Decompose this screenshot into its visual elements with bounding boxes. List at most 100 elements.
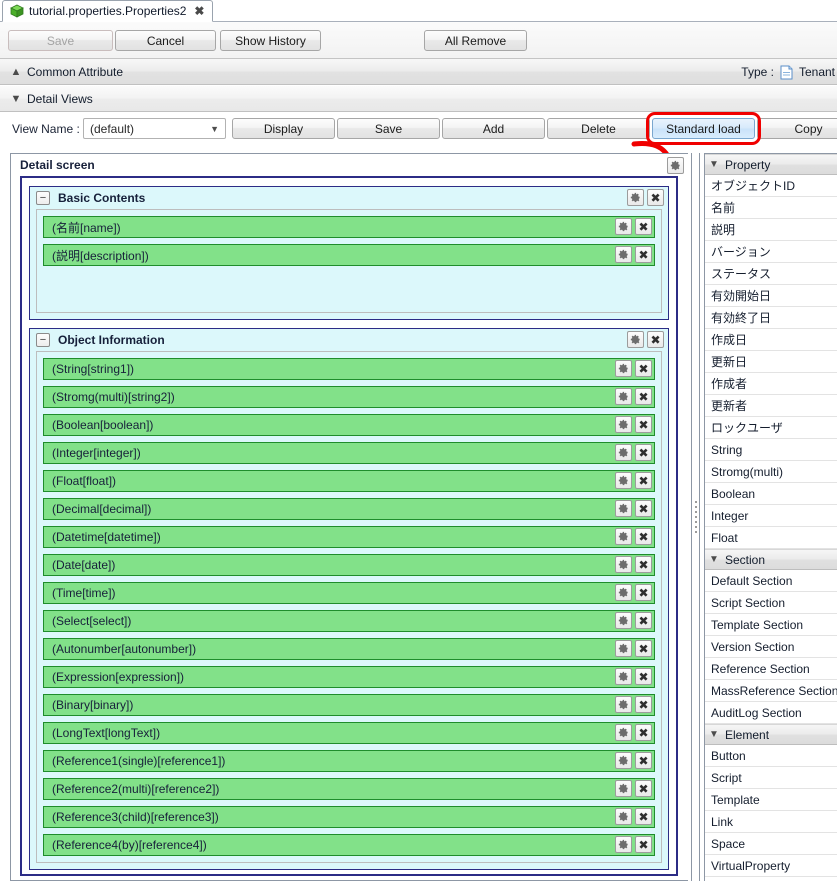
gear-icon[interactable] — [627, 189, 644, 206]
save-button[interactable]: Save — [8, 30, 113, 51]
close-icon[interactable]: ✖ — [635, 218, 652, 235]
field-row[interactable]: (Decimal[decimal]) ✖ — [43, 498, 655, 520]
palette-item[interactable]: Version Section — [705, 636, 837, 658]
gear-icon[interactable] — [615, 808, 632, 825]
field-row[interactable]: (Reference3(child)[reference3]) ✖ — [43, 806, 655, 828]
close-icon[interactable]: ✖ — [647, 189, 664, 206]
close-icon[interactable]: ✖ — [635, 780, 652, 797]
palette-item[interactable]: 作成日 — [705, 329, 837, 351]
palette-item[interactable]: Template — [705, 789, 837, 811]
common-attribute-header[interactable]: ▲ Common Attribute Type : Tenant — [0, 59, 837, 85]
gear-icon[interactable] — [615, 556, 632, 573]
gear-icon[interactable] — [615, 780, 632, 797]
field-row[interactable]: (Datetime[datetime]) ✖ — [43, 526, 655, 548]
field-row[interactable]: (Float[float]) ✖ — [43, 470, 655, 492]
close-icon[interactable]: ✖ — [635, 556, 652, 573]
all-remove-button[interactable]: All Remove — [424, 30, 527, 51]
palette-group-header-property[interactable]: ▼ Property — [705, 154, 837, 175]
close-icon[interactable]: ✖ — [635, 246, 652, 263]
palette-item[interactable]: Template Section — [705, 614, 837, 636]
palette-item[interactable]: VirtualProperty — [705, 855, 837, 877]
palette-item[interactable]: 作成者 — [705, 373, 837, 395]
close-icon[interactable]: ✖ — [635, 444, 652, 461]
copy-button[interactable]: Copy — [757, 118, 837, 139]
gear-icon[interactable] — [615, 584, 632, 601]
close-icon[interactable]: ✖ — [635, 808, 652, 825]
view-name-select[interactable]: (default) ▼ — [83, 118, 226, 139]
palette-item[interactable]: オブジェクトID — [705, 175, 837, 197]
palette-item[interactable]: Link — [705, 811, 837, 833]
field-row[interactable]: (Date[date]) ✖ — [43, 554, 655, 576]
palette-item[interactable]: 有効開始日 — [705, 285, 837, 307]
palette-item[interactable]: Script Section — [705, 592, 837, 614]
palette-item[interactable]: Button — [705, 745, 837, 767]
close-icon[interactable]: ✖ — [647, 331, 664, 348]
palette-item[interactable]: ステータス — [705, 263, 837, 285]
gear-icon[interactable] — [615, 416, 632, 433]
palette-item[interactable]: 説明 — [705, 219, 837, 241]
palette-item[interactable]: Space — [705, 833, 837, 855]
palette-item[interactable]: Script — [705, 767, 837, 789]
gear-icon[interactable] — [615, 724, 632, 741]
view-save-button[interactable]: Save — [337, 118, 440, 139]
close-icon[interactable]: ✖ — [635, 528, 652, 545]
splitter-grip[interactable] — [694, 501, 698, 535]
close-icon[interactable]: ✖ — [635, 388, 652, 405]
gear-icon[interactable] — [615, 696, 632, 713]
palette-item[interactable]: AuditLog Section — [705, 702, 837, 724]
gear-icon[interactable] — [615, 388, 632, 405]
close-icon[interactable]: ✖ — [635, 640, 652, 657]
palette-item[interactable]: Stromg(multi) — [705, 461, 837, 483]
collapse-icon[interactable]: − — [36, 191, 50, 205]
close-icon[interactable]: ✖ — [635, 724, 652, 741]
field-row[interactable]: (Expression[expression]) ✖ — [43, 666, 655, 688]
field-row[interactable]: (Stromg(multi)[string2]) ✖ — [43, 386, 655, 408]
close-icon[interactable]: ✖ — [635, 696, 652, 713]
gear-icon[interactable] — [615, 836, 632, 853]
detail-views-header[interactable]: ▼ Detail Views — [0, 86, 837, 112]
close-icon[interactable]: ✖ — [635, 668, 652, 685]
pane-splitter[interactable] — [688, 153, 704, 881]
palette-item[interactable]: Float — [705, 527, 837, 549]
gear-icon[interactable] — [615, 444, 632, 461]
field-row[interactable]: (Boolean[boolean]) ✖ — [43, 414, 655, 436]
gear-icon[interactable] — [615, 246, 632, 263]
field-row[interactable]: (Reference2(multi)[reference2]) ✖ — [43, 778, 655, 800]
palette-group-header-section[interactable]: ▼ Section — [705, 549, 837, 570]
field-row[interactable]: (名前[name]) ✖ — [43, 216, 655, 238]
field-row[interactable]: (Binary[binary]) ✖ — [43, 694, 655, 716]
gear-icon[interactable] — [667, 157, 684, 174]
palette-item[interactable]: Default Section — [705, 570, 837, 592]
palette-item[interactable]: Integer — [705, 505, 837, 527]
field-row[interactable]: (Time[time]) ✖ — [43, 582, 655, 604]
palette-item[interactable]: ロックユーザ — [705, 417, 837, 439]
detail-screen-canvas[interactable]: − Basic Contents ✖ (名前[name]) ✖ (説明[desc… — [20, 176, 678, 876]
gear-icon[interactable] — [615, 360, 632, 377]
gear-icon[interactable] — [615, 612, 632, 629]
palette-item[interactable]: MassReference Section — [705, 680, 837, 702]
close-icon[interactable]: ✖ — [635, 584, 652, 601]
palette-item[interactable]: Boolean — [705, 483, 837, 505]
field-row[interactable]: (Integer[integer]) ✖ — [43, 442, 655, 464]
gear-icon[interactable] — [627, 331, 644, 348]
close-icon[interactable]: ✖ — [635, 612, 652, 629]
gear-icon[interactable] — [615, 472, 632, 489]
gear-icon[interactable] — [615, 218, 632, 235]
field-row[interactable]: (説明[description]) ✖ — [43, 244, 655, 266]
close-icon[interactable]: ✖ — [635, 472, 652, 489]
palette-pane[interactable]: ▼ Property オブジェクトID 名前 説明 バージョン ステータス 有効開始日 有効終了… — [704, 153, 837, 881]
palette-item[interactable]: 更新者 — [705, 395, 837, 417]
close-icon[interactable]: ✖ — [635, 836, 652, 853]
field-row[interactable]: (Autonumber[autonumber]) ✖ — [43, 638, 655, 660]
palette-item[interactable]: String — [705, 439, 837, 461]
gear-icon[interactable] — [615, 640, 632, 657]
field-row[interactable]: (Reference1(single)[reference1]) ✖ — [43, 750, 655, 772]
show-history-button[interactable]: Show History — [220, 30, 321, 51]
field-row[interactable]: (String[string1]) ✖ — [43, 358, 655, 380]
delete-button[interactable]: Delete — [547, 118, 650, 139]
field-row[interactable]: (Reference4(by)[reference4]) ✖ — [43, 834, 655, 856]
field-row[interactable]: (LongText[longText]) ✖ — [43, 722, 655, 744]
field-row[interactable]: (Select[select]) ✖ — [43, 610, 655, 632]
palette-item[interactable]: 名前 — [705, 197, 837, 219]
gear-icon[interactable] — [615, 668, 632, 685]
